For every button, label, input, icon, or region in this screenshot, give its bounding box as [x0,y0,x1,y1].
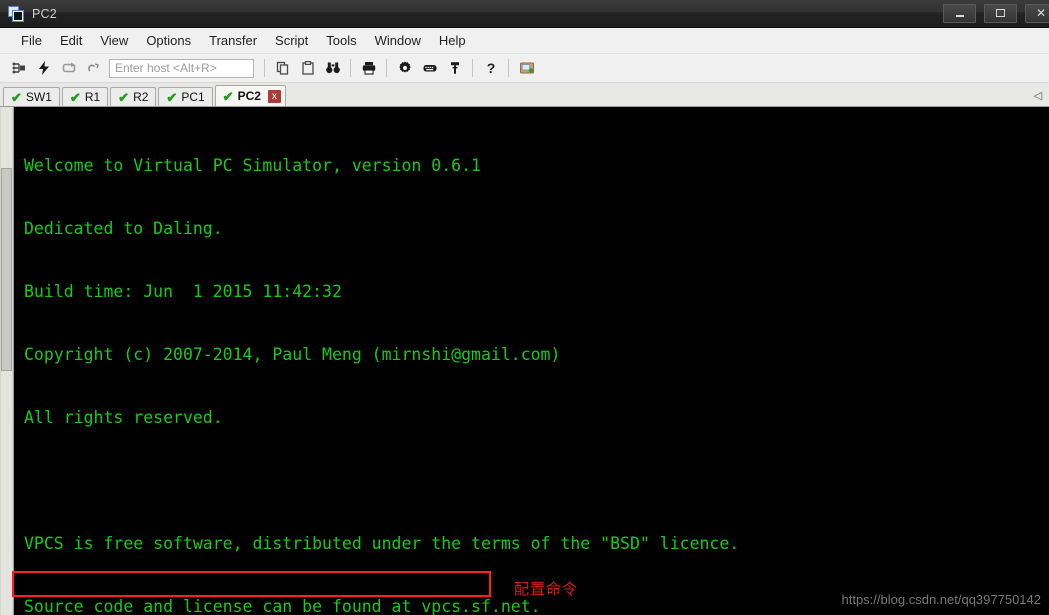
menu-item-file[interactable]: File [12,30,51,51]
tab-label: R2 [133,90,149,104]
tab-pc1[interactable]: ✔ PC1 [158,87,213,106]
menu-item-edit[interactable]: Edit [51,30,91,51]
tab-bar: ✔ SW1 ✔ R1 ✔ R2 ✔ PC1 ✔ PC2 x ◁ [0,83,1049,107]
toolbar-separator [350,59,351,77]
menu-item-options[interactable]: Options [137,30,200,51]
terminal-line: VPCS is free software, distributed under… [24,534,740,553]
session-manager-icon[interactable] [515,57,538,79]
terminal-line: Dedicated to Daling. [24,219,223,238]
window-controls: ✕ [943,0,1049,27]
connected-check-icon: ✔ [11,89,22,105]
terminal-area: Welcome to Virtual PC Simulator, version… [0,107,1049,615]
settings-gear-icon[interactable] [393,57,416,79]
connect-icon[interactable] [7,57,30,79]
scrollbar-thumb[interactable] [1,167,12,372]
key-icon[interactable] [443,57,466,79]
terminal-line: Build time: Jun 1 2015 11:42:32 [24,282,342,301]
connected-check-icon: ✔ [69,89,81,105]
host-input[interactable]: Enter host <Alt+R> [109,58,254,78]
toolbar-separator [472,59,473,77]
toolbar-separator [386,59,387,77]
menu-item-tools[interactable]: Tools [317,30,365,51]
menu-item-view[interactable]: View [91,30,137,51]
connected-check-icon: ✔ [222,88,234,104]
toolbar-separator [508,59,509,77]
paste-icon[interactable] [296,57,319,79]
terminal-line: Welcome to Virtual PC Simulator, version… [24,156,481,175]
tab-label: R1 [84,90,101,104]
watermark: https://blog.csdn.net/qq397750142 [841,592,1042,607]
close-button[interactable]: ✕ [1025,4,1049,23]
menu-item-transfer[interactable]: Transfer [200,30,266,51]
tab-close-icon[interactable]: x [267,89,281,103]
menu-item-help[interactable]: Help [430,30,475,51]
tab-sw1[interactable]: ✔ SW1 [3,87,60,106]
toolbar: Enter host <Alt+R> ? [0,54,1049,83]
tab-r1[interactable]: ✔ R1 [61,87,109,106]
connected-check-icon: ✔ [166,89,178,105]
connected-check-icon: ✔ [118,89,130,105]
terminal-output[interactable]: Welcome to Virtual PC Simulator, version… [14,107,1049,615]
menu-item-script[interactable]: Script [266,30,317,51]
menu-bar: File Edit View Options Transfer Script T… [0,28,1049,54]
terminal-line: All rights reserved. [24,408,223,427]
tab-label: SW1 [25,90,52,104]
tab-label: PC1 [181,90,205,104]
tab-pc2[interactable]: ✔ PC2 x [214,85,286,106]
window-title: PC2 [32,6,57,21]
close-icon: ✕ [1035,6,1047,20]
minimize-button[interactable] [943,4,976,23]
application-window-icon [8,5,24,22]
menu-item-window[interactable]: Window [366,30,430,51]
host-input-placeholder: Enter host <Alt+R> [115,61,217,75]
disconnect-icon[interactable] [82,57,105,79]
terminal-scrollbar[interactable] [0,107,14,615]
find-icon[interactable] [321,57,344,79]
print-icon[interactable] [357,57,380,79]
tab-scroll-left-icon[interactable]: ◁ [1029,86,1047,104]
copy-icon[interactable] [271,57,294,79]
toolbar-separator [264,59,265,77]
securecrt-window: PC2 ✕ File Edit View Options Transfer Sc… [0,0,1049,615]
help-icon[interactable]: ? [479,57,502,79]
title-bar: PC2 ✕ [0,0,1049,28]
keyboard-icon[interactable] [418,57,441,79]
tab-label: PC2 [237,89,261,103]
annotation-label: 配置命令 [514,580,579,598]
tab-r2[interactable]: ✔ R2 [110,87,157,106]
quick-connect-icon[interactable] [32,57,55,79]
terminal-line: Copyright (c) 2007-2014, Paul Meng (mirn… [24,345,561,364]
svg-text:?: ? [486,60,495,76]
reconnect-icon[interactable] [57,57,80,79]
maximize-button[interactable] [984,4,1017,23]
